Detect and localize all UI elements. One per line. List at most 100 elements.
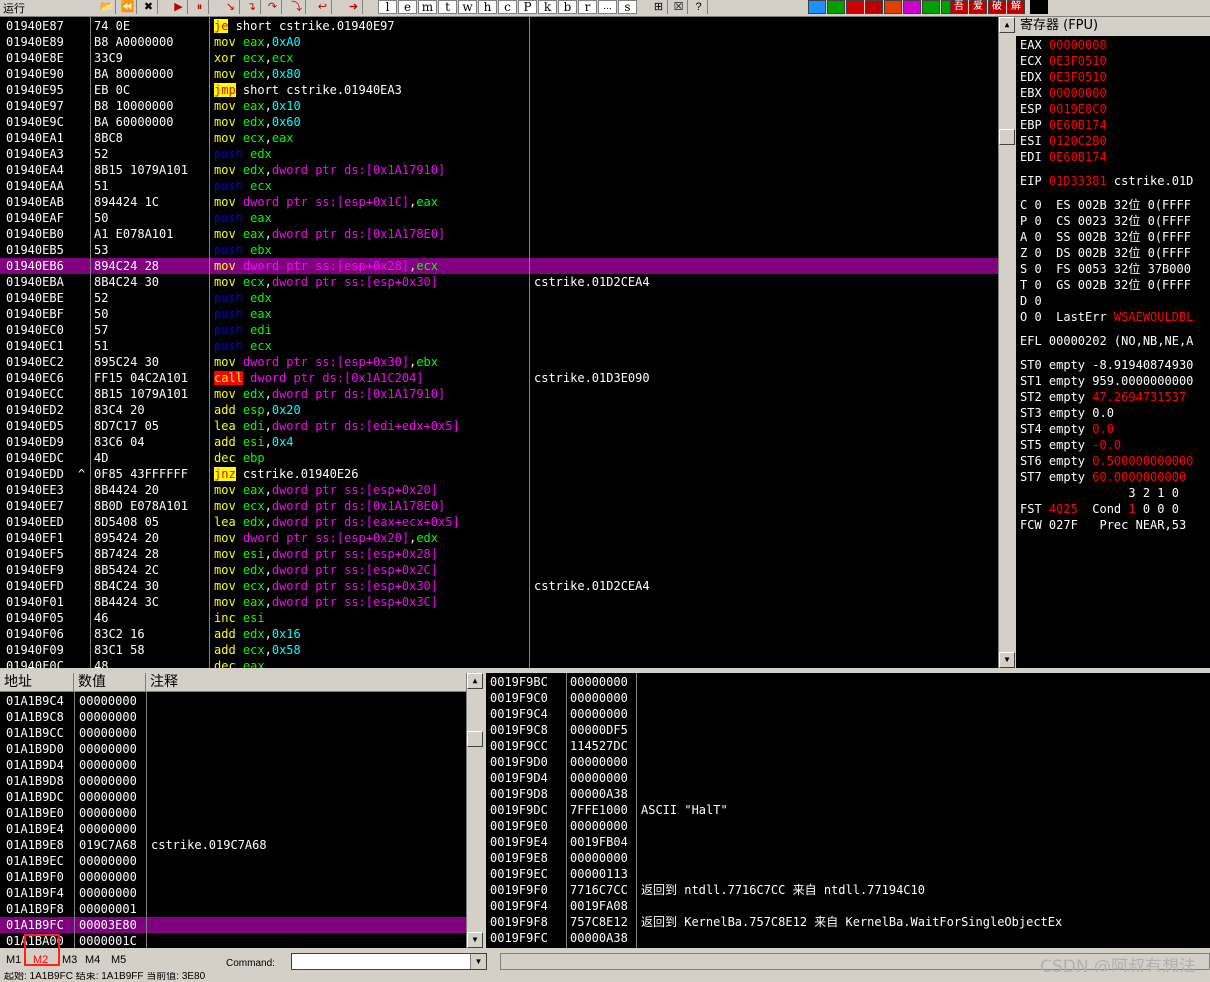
fpu-register[interactable]: ST7 empty 60.0000000000 bbox=[1020, 469, 1186, 485]
tab-m5[interactable]: M5 bbox=[111, 954, 126, 966]
toolbar-tool-icon[interactable] bbox=[865, 0, 883, 14]
disasm-row[interactable]: 01940E9C BA 60000000 mov edx,0x60 bbox=[0, 114, 998, 130]
disasm-row[interactable]: 01940EAA 51 push ecx bbox=[0, 178, 998, 194]
disasm-row[interactable]: 01940EA3 52 push edx bbox=[0, 146, 998, 162]
toolbar-tool-icon[interactable] bbox=[922, 0, 940, 14]
stack-row[interactable]: 0019F9C0 00000000 bbox=[486, 690, 1210, 706]
disasm-row[interactable]: 01940EF9 8B5424 2C mov edx,dword ptr ss:[e… bbox=[0, 562, 998, 578]
dump-row[interactable]: 01A1B9F8 00000001 bbox=[0, 901, 466, 917]
dump-row[interactable]: 01A1B9EC 00000000 bbox=[0, 853, 466, 869]
disasm-row[interactable]: 01940E97 B8 10000000 mov eax,0x10 bbox=[0, 98, 998, 114]
dump-row[interactable]: 01A1BA00 0000001C bbox=[0, 933, 466, 948]
toolbar-cn-button[interactable]: 爱 bbox=[969, 0, 987, 14]
dump-row[interactable]: 01A1B9F4 00000000 bbox=[0, 885, 466, 901]
disassembly-pane[interactable]: 01940E87 74 0E je short cstrike.01940E97 01… bbox=[0, 17, 998, 668]
disasm-row[interactable]: 01940EBE 52 push edx bbox=[0, 290, 998, 306]
toolbar-letter-button[interactable]: P bbox=[518, 0, 537, 14]
disasm-row[interactable]: 01940EE3 8B4424 20 mov eax,dword ptr ss:[e… bbox=[0, 482, 998, 498]
scroll-up-icon[interactable]: ▲ bbox=[467, 673, 483, 689]
disasm-row[interactable]: 01940EC1 51 push ecx bbox=[0, 338, 998, 354]
dump-col-value[interactable]: 数值 bbox=[74, 673, 146, 691]
toolbar-tool-icon[interactable] bbox=[808, 0, 826, 14]
disasm-row[interactable]: 01940EBF 50 push eax bbox=[0, 306, 998, 322]
toolbar-letter-button[interactable]: r bbox=[578, 0, 597, 14]
dump-row[interactable]: 01A1B9E4 00000000 bbox=[0, 821, 466, 837]
disasm-row[interactable]: 01940EF5 8B7424 28 mov esi,dword ptr ss:[e… bbox=[0, 546, 998, 562]
stack-row[interactable]: 0019F9C8 00000DF5 bbox=[486, 722, 1210, 738]
toolbar-letter-button[interactable]: ... bbox=[598, 0, 617, 14]
dump-row[interactable]: 01A1B9FC 00003E80 bbox=[0, 917, 466, 933]
stack-row[interactable]: 0019F9E8 00000000 bbox=[486, 850, 1210, 866]
registers-pane[interactable]: EAX 00000008 ECX 0E3F0510 EDX 0E3F0510 EBX … bbox=[1016, 36, 1210, 668]
disasm-row[interactable]: 01940F09 83C1 58 add ecx,0x58 bbox=[0, 642, 998, 658]
disasm-row[interactable]: 01940EBA 8B4C24 30 mov ecx,dword ptr ss:[e… bbox=[0, 274, 998, 290]
dump-row[interactable]: 01A1B9D0 00000000 bbox=[0, 741, 466, 757]
dump-row[interactable]: 01A1B9D4 00000000 bbox=[0, 757, 466, 773]
toolbar-tool-icon[interactable] bbox=[884, 0, 902, 14]
dump-pane[interactable]: 01A1B9C4 00000000 01A1B9C8 00000000 01A1B9CC… bbox=[0, 692, 466, 948]
fpu-register[interactable]: ST3 empty 0.0 bbox=[1020, 405, 1114, 421]
disasm-row[interactable]: 01940ED5 8D7C17 05 lea edi,dword ptr ds:[e… bbox=[0, 418, 998, 434]
stack-row[interactable]: 0019F9F4 0019FA08 bbox=[486, 898, 1210, 914]
toolbar-tool-icon[interactable] bbox=[827, 0, 845, 14]
toolbar-icon[interactable]: ? bbox=[690, 0, 708, 14]
dump-row[interactable]: 01A1B9CC 00000000 bbox=[0, 725, 466, 741]
disasm-row[interactable]: 01940EC2 895C24 30 mov dword ptr ss:[esp+0… bbox=[0, 354, 998, 370]
toolbar-letter-button[interactable]: h bbox=[478, 0, 497, 14]
register-edi[interactable]: EDI 0E60B174 bbox=[1020, 149, 1107, 165]
stack-row[interactable]: 0019F9C4 00000000 bbox=[486, 706, 1210, 722]
toolbar-button[interactable]: ⏸ bbox=[191, 0, 209, 14]
toolbar-button[interactable]: ➜ bbox=[345, 0, 363, 14]
stack-row[interactable]: 0019F9EC 00000113 bbox=[486, 866, 1210, 882]
disasm-row[interactable]: 01940EDC 4D dec ebp bbox=[0, 450, 998, 466]
scroll-thumb[interactable] bbox=[467, 731, 483, 747]
disasm-row[interactable]: 01940F05 46 inc esi bbox=[0, 610, 998, 626]
toolbar-button[interactable]: 📂 bbox=[98, 0, 116, 14]
toolbar-letter-button[interactable]: b bbox=[558, 0, 577, 14]
stack-row[interactable]: 0019F9CC 114527DC bbox=[486, 738, 1210, 754]
disasm-row[interactable]: 01940E89 B8 A0000000 mov eax,0xA0 bbox=[0, 34, 998, 50]
disasm-row[interactable]: 01940E87 74 0E je short cstrike.01940E97 bbox=[0, 18, 998, 34]
disasm-row[interactable]: 01940EA1 8BC8 mov ecx,eax bbox=[0, 130, 998, 146]
fpu-register[interactable]: ST4 empty 0.0 bbox=[1020, 421, 1114, 437]
disasm-row[interactable]: 01940ED9 83C6 04 add esi,0x4 bbox=[0, 434, 998, 450]
toolbar-button[interactable]: ↘ bbox=[222, 0, 240, 14]
disasm-row[interactable]: 01940F06 83C2 16 add edx,0x16 bbox=[0, 626, 998, 642]
disasm-row[interactable]: 01940ECC 8B15 1079A101 mov edx,dword ptr d… bbox=[0, 386, 998, 402]
tab-m4[interactable]: M4 bbox=[85, 954, 100, 966]
disasm-row[interactable]: 01940EB6 894C24 28 mov dword ptr ss:[esp+0… bbox=[0, 258, 998, 274]
scroll-up-icon[interactable]: ▲ bbox=[999, 17, 1015, 33]
disasm-row[interactable]: 01940E95 EB 0C jmp short cstrike.01940EA3 bbox=[0, 82, 998, 98]
disasm-row[interactable]: 01940EFD 8B4C24 30 mov ecx,dword ptr ss:[e… bbox=[0, 578, 998, 594]
disasm-row[interactable]: 01940EA4 8B15 1079A101 mov edx,dword ptr d… bbox=[0, 162, 998, 178]
toolbar-letter-button[interactable]: s bbox=[618, 0, 637, 14]
stack-row[interactable]: 0019F9D4 00000000 bbox=[486, 770, 1210, 786]
toolbar-button[interactable]: ✖ bbox=[140, 0, 158, 14]
disasm-row[interactable]: 01940EDD 0F85 43FFFFFF ^ jnz cstrike.01940E… bbox=[0, 466, 998, 482]
toolbar-button[interactable]: ⏪ bbox=[119, 0, 137, 14]
scroll-down-icon[interactable]: ▼ bbox=[999, 652, 1015, 668]
disasm-row[interactable]: 01940EED 8D5408 05 lea edx,dword ptr ds:[e… bbox=[0, 514, 998, 530]
fpu-register[interactable]: ST2 empty 47.2694731537 bbox=[1020, 389, 1186, 405]
register-eip[interactable]: EIP 01D33381 cstrike.01D bbox=[1020, 173, 1193, 189]
toolbar-cn-button[interactable]: 吾 bbox=[950, 0, 968, 14]
disasm-row[interactable]: 01940EC6 FF15 04C2A101 call dword ptr ds:[… bbox=[0, 370, 998, 386]
fpu-register[interactable]: ST0 empty -8.91940874930 bbox=[1020, 357, 1193, 373]
dump-row[interactable]: 01A1B9D8 00000000 bbox=[0, 773, 466, 789]
stack-row[interactable]: 0019F9F0 7716C7CC 返回到 ntdll.7716C7CC 来自 nt… bbox=[486, 882, 1210, 898]
tab-m3[interactable]: M3 bbox=[62, 954, 77, 966]
register-ebx[interactable]: EBX 00000000 bbox=[1020, 85, 1107, 101]
toolbar-button[interactable]: ↴ bbox=[243, 0, 261, 14]
dump-col-address[interactable]: 地址 bbox=[0, 673, 74, 691]
command-input[interactable]: ▼ bbox=[291, 953, 487, 970]
toolbar-tool-icon[interactable] bbox=[846, 0, 864, 14]
stack-pane[interactable]: 0019F9BC 00000000 0019F9C0 00000000 0019F9C4… bbox=[486, 673, 1210, 948]
toolbar-button[interactable]: ↷ bbox=[264, 0, 282, 14]
stack-row[interactable]: 0019F9E0 00000000 bbox=[486, 818, 1210, 834]
register-eax[interactable]: EAX 00000008 bbox=[1020, 37, 1107, 53]
toolbar-button[interactable]: ⤵ bbox=[288, 0, 306, 14]
disasm-row[interactable]: 01940EE7 8B0D E078A101 mov ecx,dword ptr d… bbox=[0, 498, 998, 514]
stack-row[interactable]: 0019FA00 77777777 bbox=[486, 946, 1210, 948]
dump-row[interactable]: 01A1B9DC 00000000 bbox=[0, 789, 466, 805]
disasm-row[interactable]: 01940ED2 83C4 20 add esp,0x20 bbox=[0, 402, 998, 418]
